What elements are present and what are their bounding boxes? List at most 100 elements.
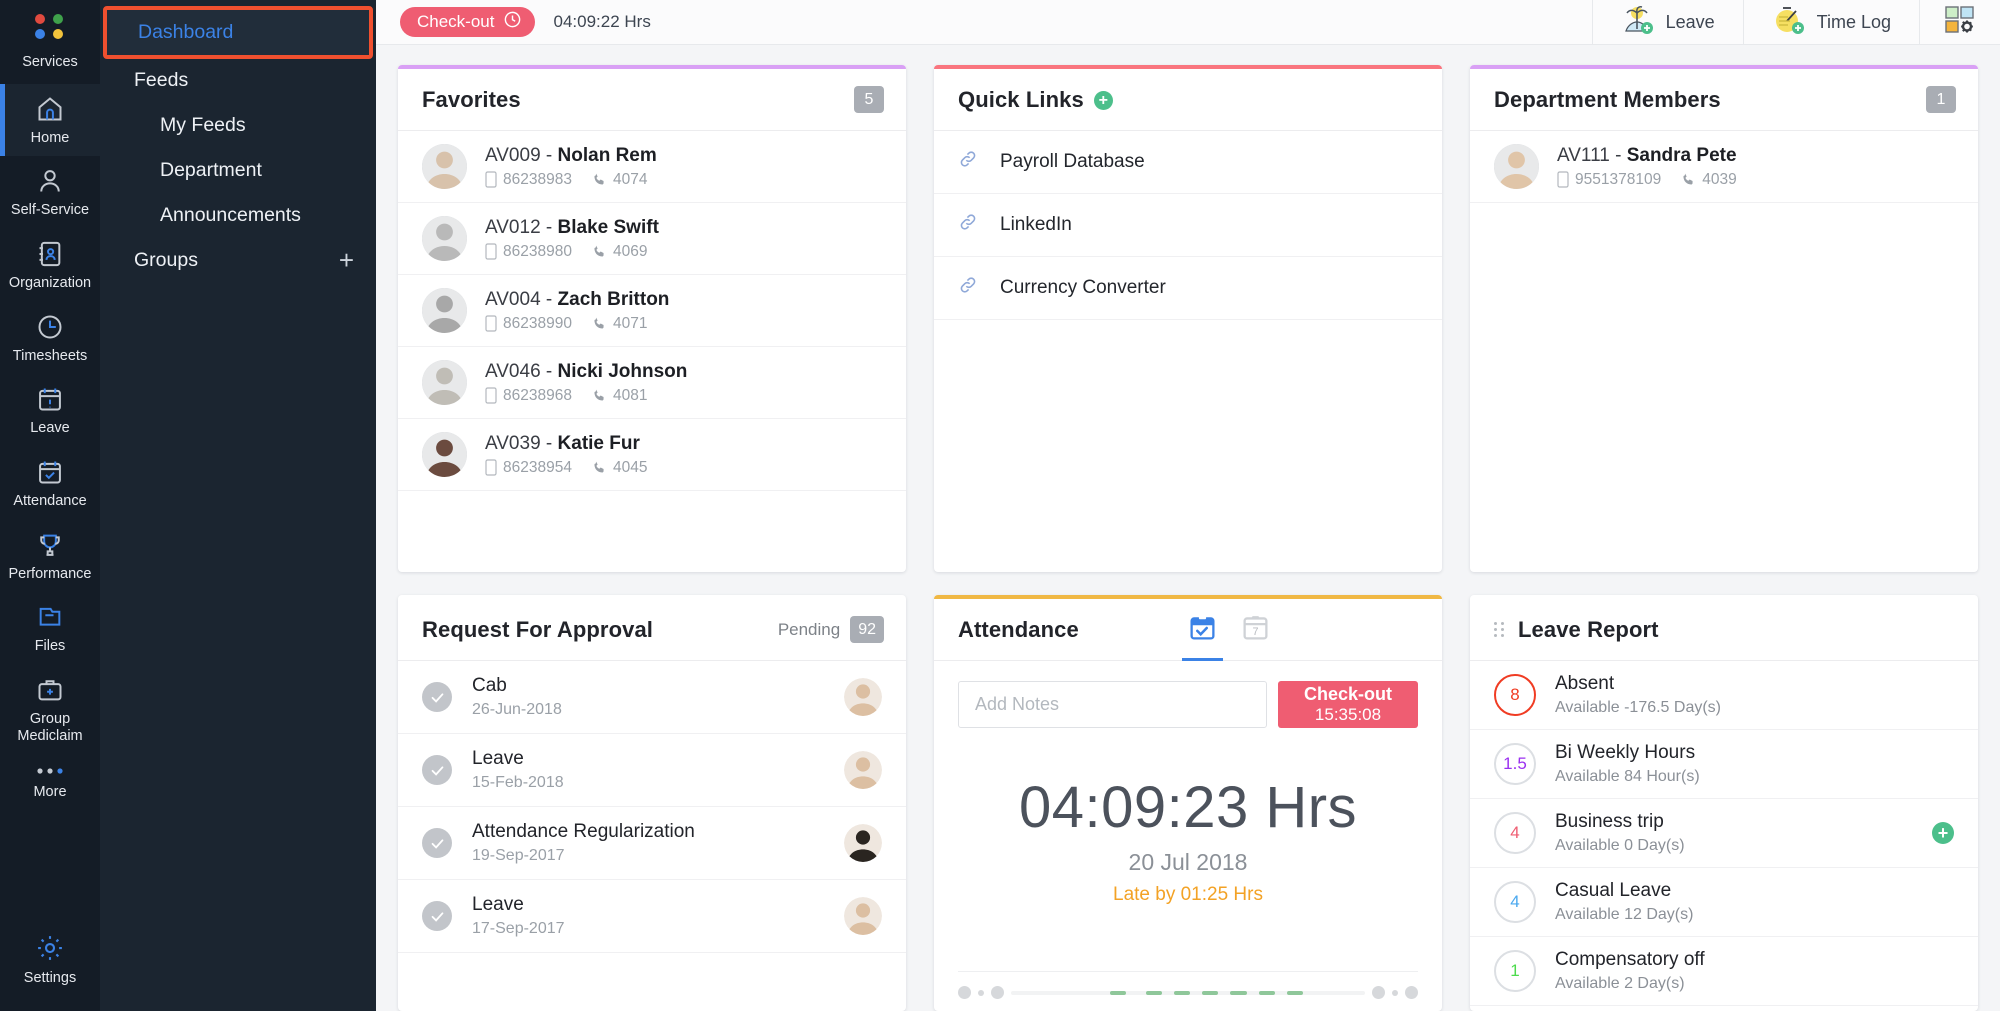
sidebar-item-services[interactable]: Services — [0, 0, 100, 84]
timeline-segment — [1202, 990, 1219, 995]
list-item[interactable]: AV046 - Nicki Johnson 86238968 4081 — [398, 347, 906, 419]
mobile-number: 86238968 — [503, 386, 572, 404]
avatar — [844, 897, 882, 935]
phone-icon — [1683, 173, 1693, 185]
list-item[interactable]: Payroll Database — [934, 131, 1442, 194]
sidebar-item-settings[interactable]: Settings — [0, 922, 100, 997]
approve-check-icon[interactable] — [422, 828, 452, 858]
favorites-card: Favorites 5 AV009 - Nolan Rem 86238983 407… — [398, 65, 906, 572]
subnav-item-feeds[interactable]: Feeds — [100, 58, 376, 103]
subnav-item-department[interactable]: Department — [100, 148, 376, 193]
request-title: Leave — [472, 748, 524, 769]
timeline-segment — [1230, 990, 1247, 995]
dashboard-board: Favorites 5 AV009 - Nolan Rem 86238983 407… — [376, 45, 2000, 1011]
sidebar-item-performance[interactable]: Performance — [0, 520, 100, 593]
favorites-list: AV009 - Nolan Rem 86238983 4074 AV012 - Bla… — [398, 131, 906, 491]
drag-handle-icon[interactable] — [1494, 622, 1505, 637]
list-item[interactable]: Cab 26-Jun-2018 — [398, 661, 906, 734]
top-bar-actions: Leave Time Log — [1591, 0, 2000, 45]
quick-links-card: Quick Links + Payroll Database LinkedIn Cu… — [934, 65, 1442, 572]
subnav-item-groups[interactable]: Groups + — [100, 238, 376, 283]
list-item[interactable]: LinkedIn — [934, 194, 1442, 257]
add-notes-input[interactable] — [958, 681, 1267, 728]
list-item[interactable]: Leave 17-Sep-2017 — [398, 880, 906, 953]
phone-icon — [594, 245, 604, 257]
request-date: 19-Sep-2017 — [472, 847, 565, 864]
calendar-check-icon — [1188, 613, 1217, 647]
list-item[interactable]: AV012 - Blake Swift 86238980 4069 — [398, 203, 906, 275]
user-icon — [36, 167, 64, 195]
mobile-number: 86238954 — [503, 458, 572, 476]
request-date: 15-Feb-2018 — [472, 774, 564, 791]
quick-link-label: Payroll Database — [1000, 151, 1145, 172]
list-item[interactable]: Leave 15-Feb-2018 — [398, 734, 906, 807]
dots-logo-icon — [34, 14, 66, 47]
list-item[interactable]: 1 Compensatory off Available 2 Day(s) — [1470, 937, 1978, 1006]
approve-check-icon[interactable] — [422, 755, 452, 785]
list-item[interactable]: Attendance Regularization 19-Sep-2017 — [398, 807, 906, 880]
list-item[interactable]: AV039 - Katie Fur 86238954 4045 — [398, 419, 906, 491]
apps-settings-button[interactable] — [1919, 0, 2000, 45]
attendance-date: 20 Jul 2018 — [1128, 849, 1248, 875]
request-title: Cab — [472, 675, 507, 696]
list-item[interactable]: 4 Casual Leave Available 12 Day(s) — [1470, 868, 1978, 937]
mobile-icon — [485, 387, 497, 404]
sidebar-item-home[interactable]: Home — [0, 83, 100, 157]
mobile-icon — [485, 243, 497, 260]
sidebar-item-attendance[interactable]: Attendance — [0, 447, 100, 520]
approve-check-icon[interactable] — [422, 682, 452, 712]
avatar — [844, 751, 882, 789]
list-item[interactable]: 1.5 Bi Weekly Hours Available 84 Hour(s) — [1470, 730, 1978, 799]
leave-type-name: Absent — [1555, 673, 1615, 694]
approve-check-icon[interactable] — [422, 901, 452, 931]
sidebar-item-files[interactable]: Files — [0, 592, 100, 665]
attendance-timeline — [958, 971, 1418, 1011]
mobile-icon — [485, 459, 497, 476]
list-item[interactable]: Currency Converter — [934, 257, 1442, 320]
leave-report-card: Leave Report 8 Absent Available -176.5 Day… — [1470, 595, 1978, 1011]
attendance-checkout-button[interactable]: Check-out 15:35:08 — [1278, 681, 1418, 728]
phone-icon — [594, 173, 604, 185]
extension-number: 4069 — [612, 242, 648, 260]
add-group-icon[interactable]: + — [339, 247, 354, 272]
list-item[interactable]: AV009 - Nolan Rem 86238983 4074 — [398, 131, 906, 203]
list-item[interactable]: 8 Absent Available -176.5 Day(s) — [1470, 661, 1978, 730]
tab-week[interactable]: 7 — [1241, 599, 1270, 660]
person-name: AV039 - Katie Fur — [485, 432, 640, 454]
sidebar-item-leave[interactable]: Leave — [0, 374, 100, 447]
sidebar-item-group-mediclaim[interactable]: Group Mediclaim — [0, 665, 100, 754]
sidebar-item-timesheets[interactable]: Timesheets — [0, 302, 100, 375]
subnav-label: My Feeds — [160, 114, 246, 136]
sidebar-item-organization[interactable]: Organization — [0, 229, 100, 302]
list-item[interactable]: AV111 - Sandra Pete 9551378109 4039 — [1470, 131, 1978, 203]
attendance-header: Attendance 7 — [934, 599, 1442, 661]
list-item[interactable]: AV004 - Zach Britton 86238990 4071 — [398, 275, 906, 347]
time-log-button[interactable]: Time Log — [1742, 0, 1919, 45]
page-title: Department Members — [1494, 86, 1721, 112]
link-icon — [958, 212, 978, 238]
subnav-item-announcements[interactable]: Announcements — [100, 193, 376, 238]
checkout-button[interactable]: Check-out — [400, 7, 536, 37]
apply-leave-button[interactable]: Leave — [1591, 0, 1743, 45]
subnav-item-dashboard[interactable]: Dashboard — [103, 6, 373, 59]
leave-type-name: Business trip — [1555, 811, 1664, 832]
sidebar-label: Files — [34, 638, 66, 655]
timeline-dot — [978, 989, 984, 996]
sidebar-item-self-service[interactable]: Self-Service — [0, 156, 100, 229]
calendar-alert-icon — [36, 385, 64, 413]
sidebar-label: Self-Service — [10, 202, 90, 219]
person-contact: 86238983 4074 — [485, 171, 657, 189]
approvals-header: Request For Approval Pending 92 — [398, 599, 906, 661]
list-item[interactable]: 4 Business trip Available 0 Day(s) + — [1470, 799, 1978, 868]
tab-today[interactable] — [1182, 599, 1223, 661]
add-leave-icon[interactable]: + — [1932, 822, 1954, 844]
sidebar-label: Settings — [23, 970, 77, 987]
gear-icon — [35, 933, 65, 963]
person-contact: 86238980 4069 — [485, 243, 659, 261]
add-quick-link-icon[interactable]: + — [1093, 91, 1113, 110]
leave-available: Available 0 Day(s) — [1555, 837, 1685, 854]
sidebar-label: Home — [30, 129, 70, 146]
sidebar-item-more[interactable]: More — [0, 754, 100, 811]
subnav-item-my-feeds[interactable]: My Feeds — [100, 103, 376, 148]
department-members-list: AV111 - Sandra Pete 9551378109 4039 — [1470, 131, 1978, 203]
